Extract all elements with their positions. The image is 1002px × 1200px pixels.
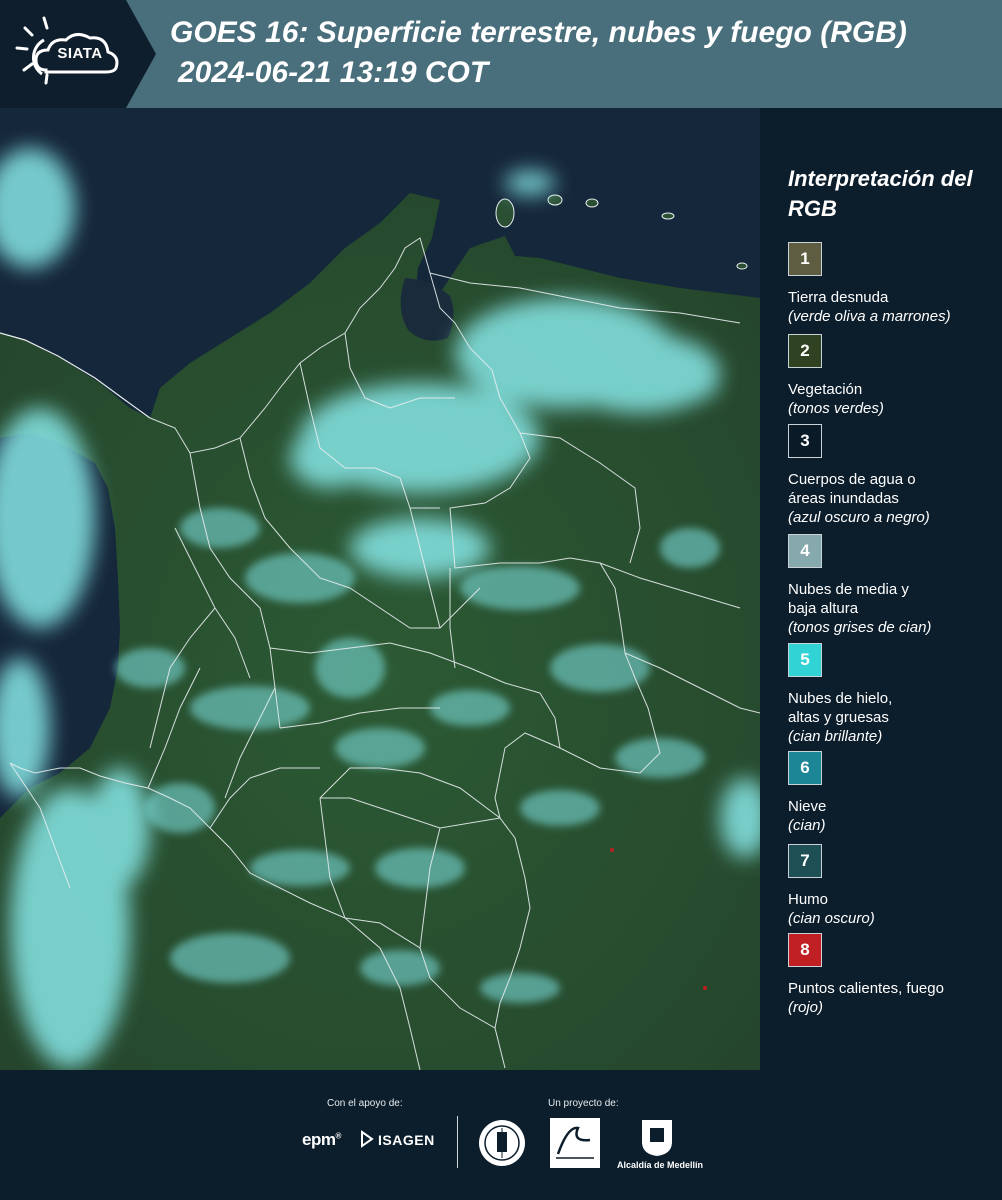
isagen-mark-icon [361,1130,374,1148]
legend-item-ice-clouds: 5 Nubes de hielo, altas y gruesas (cian … [788,643,993,746]
legend-swatch: 6 [788,751,822,785]
legend-label: Cuerpos de agua o áreas inundadas [788,471,916,507]
isagen-logo[interactable]: ISAGEN [378,1132,435,1148]
legend-desc: (rojo) [788,999,824,1016]
legend-item-water: 3 Cuerpos de agua o áreas inundadas (azu… [788,424,993,527]
header-bar: SIATA GOES 16: Superficie terrestre, nub… [0,0,1002,108]
legend-swatch: 7 [788,844,822,878]
legend-panel: Interpretación del RGB 1 Tierra desnuda … [760,108,1002,1070]
epm-logo-text: epm [302,1130,336,1149]
legend-label: Nubes de hielo, altas y gruesas [788,690,893,726]
footer-divider [457,1116,458,1168]
alcaldia-shield-logo[interactable] [640,1118,674,1158]
satellite-map-canvas [0,108,760,1070]
legend-title: Interpretación del RGB [788,166,973,221]
legend-swatch: 8 [788,933,822,967]
page-title: GOES 16: Superficie terrestre, nubes y f… [170,16,907,49]
project-label: Un proyecto de: [548,1098,619,1109]
legend-label: Puntos calientes, fuego [788,980,944,997]
siata-logo-text: SIATA [57,45,103,62]
support-label: Con el apoyo de: [327,1098,403,1109]
legend-desc: (tonos grises de cian) [788,619,932,636]
legend-label: Vegetación [788,381,863,398]
image-timestamp: 2024-06-21 13:19 COT [178,56,489,89]
legend-label: Nieve [788,798,827,815]
area-metropolitana-logo[interactable] [550,1118,600,1168]
legend-desc: (cian) [788,817,826,834]
siata-logo[interactable]: SIATA [0,0,156,108]
legend-item-smoke: 7 Humo (cian oscuro) [788,844,993,928]
legend-desc: (cian oscuro) [788,910,875,927]
legend-item-vegetation: 2 Vegetación (tonos verdes) [788,334,993,418]
epm-logo[interactable]: epm® [302,1130,341,1150]
legend-swatch: 4 [788,534,822,568]
legend-desc: (azul oscuro a negro) [788,509,930,526]
legend-label: Humo [788,891,829,908]
legend-swatch: 3 [788,424,822,458]
alcaldia-name: Alcaldía de Medellín [616,1160,704,1170]
university-seal-logo[interactable] [477,1118,527,1168]
legend-label: Tierra desnuda [788,289,889,306]
legend-desc: (tonos verdes) [788,400,884,417]
footer-bar: Con el apoyo de: Un proyecto de: epm® IS… [0,1070,1002,1200]
legend-desc: (verde oliva a marrones) [788,308,951,325]
legend-item-hotspots: 8 Puntos calientes, fuego (rojo) [788,933,993,1017]
legend-swatch: 2 [788,334,822,368]
legend-label: Nubes de media y baja altura [788,581,909,617]
satellite-map[interactable] [0,108,760,1070]
legend-item-snow: 6 Nieve (cian) [788,751,993,835]
legend-item-mid-low-clouds: 4 Nubes de media y baja altura (tonos gr… [788,534,993,637]
legend-item-bare-soil: 1 Tierra desnuda (verde oliva a marrones… [788,242,993,326]
legend-desc: (cian brillante) [788,728,883,745]
legend-swatch: 1 [788,242,822,276]
legend-swatch: 5 [788,643,822,677]
